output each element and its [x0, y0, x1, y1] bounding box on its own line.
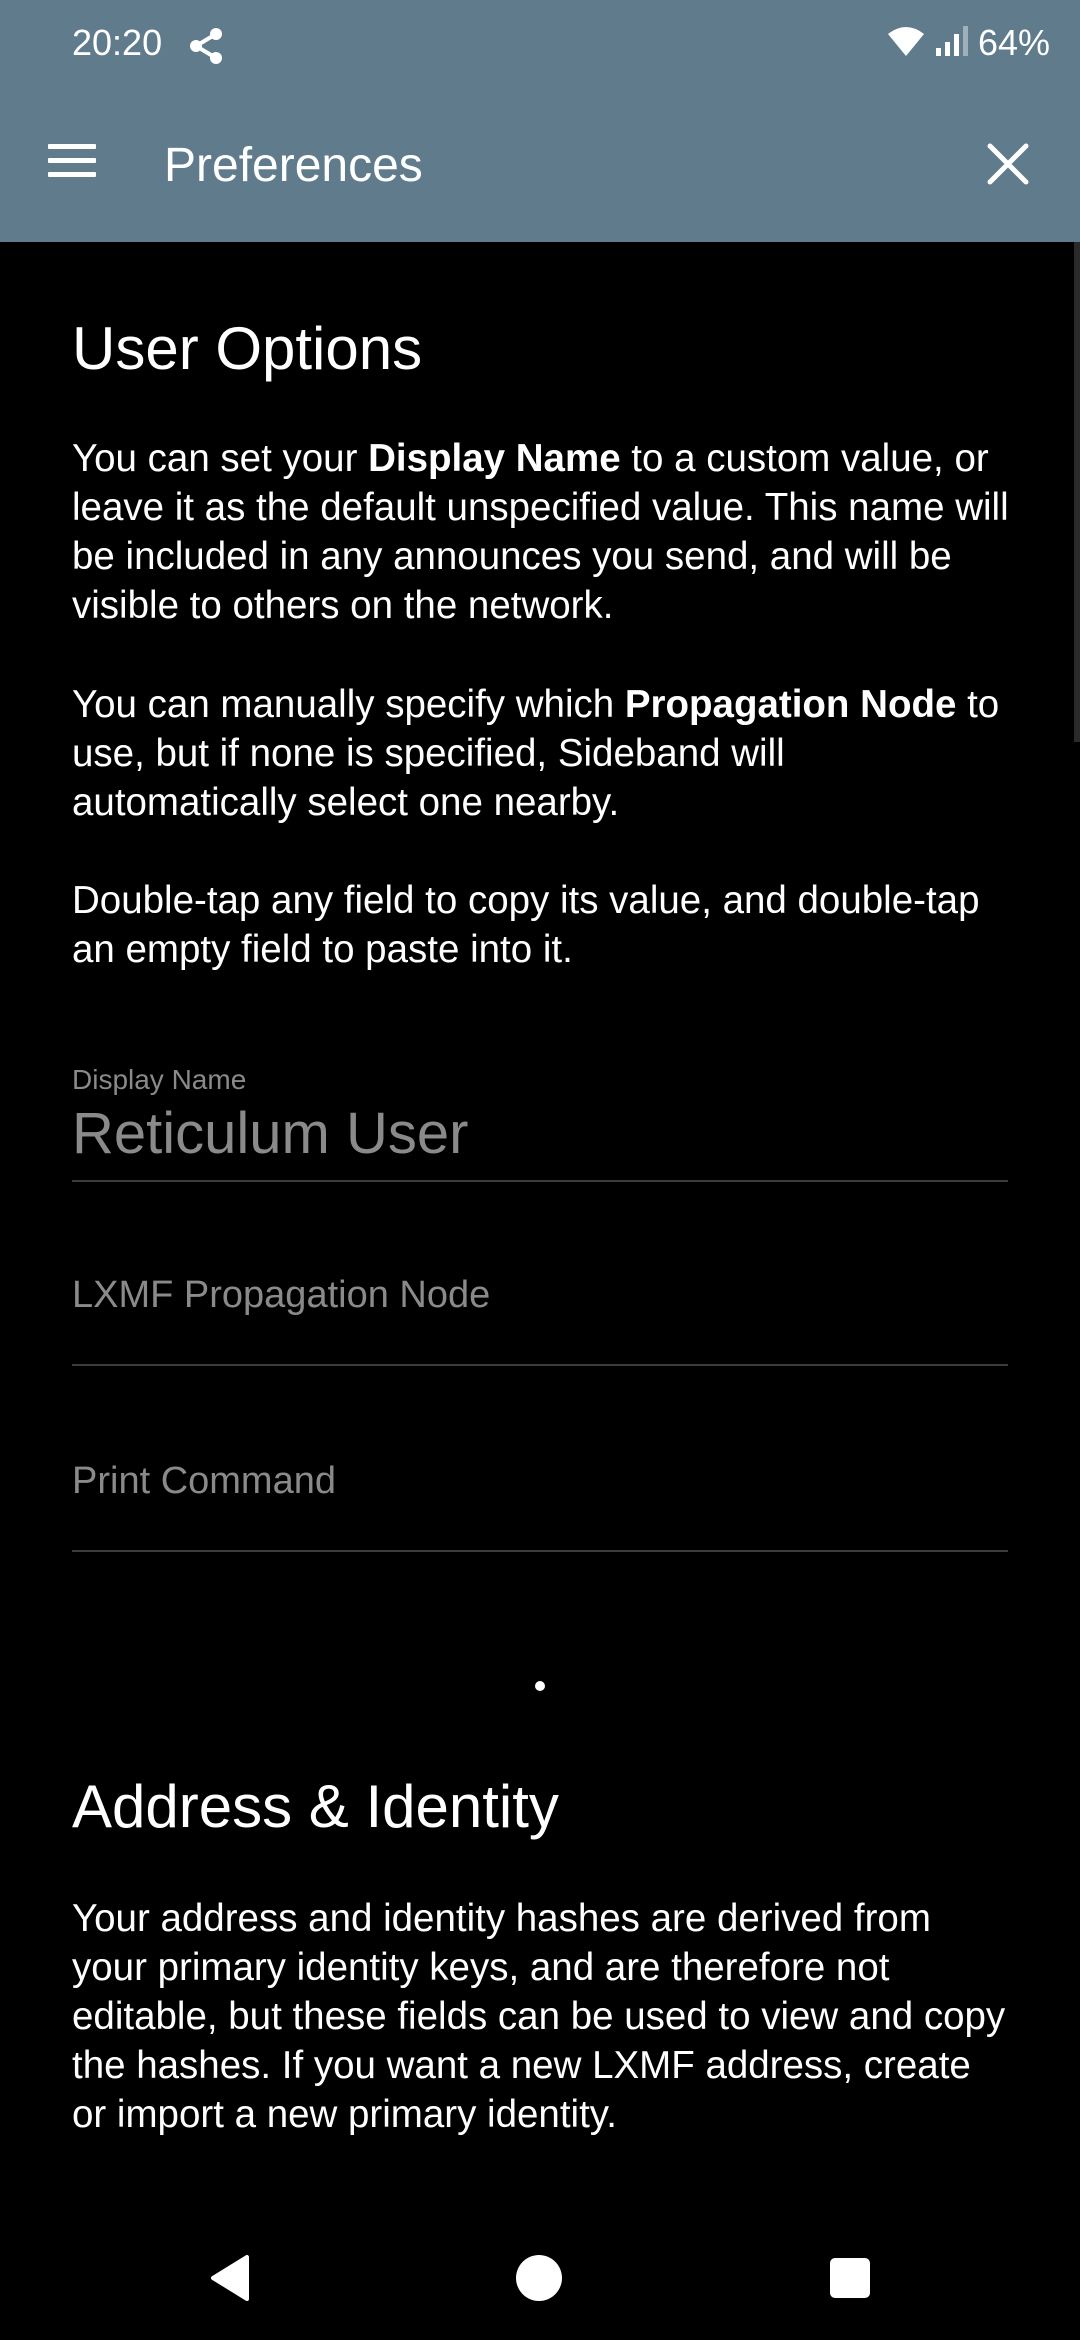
app-header: 20:20 64% Preferences — [0, 0, 1080, 242]
address-identity-heading: Address & Identity — [72, 1773, 559, 1840]
print-command-field[interactable]: Print Command — [72, 1428, 1008, 1552]
signal-icon — [934, 24, 970, 63]
print-command-placeholder[interactable]: Print Command — [72, 1460, 336, 1503]
display-name-help-text: You can set your Display Name to a custo… — [72, 437, 1009, 627]
display-name-label: Display Name — [72, 1064, 247, 1095]
status-time: 20:20 — [72, 22, 163, 63]
wifi-icon — [886, 24, 926, 63]
home-icon[interactable] — [516, 2255, 562, 2301]
display-name-value[interactable]: Reticulum User — [72, 1100, 468, 1167]
lxmf-propagation-node-placeholder[interactable]: LXMF Propagation Node — [72, 1274, 490, 1317]
share-icon — [188, 26, 224, 71]
display-name-field[interactable]: Display Name Reticulum User — [72, 1060, 1008, 1182]
user-options-heading: User Options — [72, 315, 423, 382]
status-icons: 64% — [886, 22, 1050, 64]
scrollbar[interactable] — [1074, 242, 1080, 742]
lxmf-propagation-node-field[interactable]: LXMF Propagation Node — [72, 1242, 1008, 1366]
back-icon[interactable] — [207, 2253, 251, 2308]
recents-icon[interactable] — [830, 2258, 870, 2298]
close-icon[interactable] — [986, 142, 1030, 186]
section-divider-dot — [535, 1681, 545, 1691]
hamburger-menu-icon[interactable] — [48, 144, 96, 188]
battery-level: 64% — [977, 22, 1050, 63]
address-identity-help-text: Your address and identity hashes are der… — [72, 1897, 1006, 2136]
page-title: Preferences — [164, 139, 423, 192]
propagation-node-help-text: You can manually specify which Propagati… — [72, 683, 1000, 824]
double-tap-help-text: Double-tap any field to copy its value, … — [72, 879, 980, 971]
system-nav-bar — [0, 2220, 1080, 2340]
